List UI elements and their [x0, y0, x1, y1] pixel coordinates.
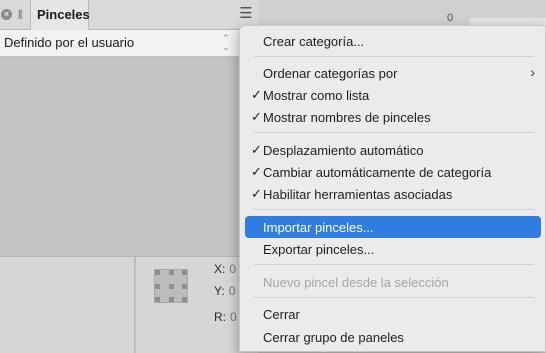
checkmark-icon: ✓ [251, 142, 262, 157]
anchor-dot[interactable] [155, 284, 160, 289]
menu-item-label: Exportar pinceles... [263, 242, 375, 257]
menu-item-label: Cerrar [263, 307, 300, 322]
category-dropdown-value: Definido por el usuario [4, 35, 135, 50]
category-dropdown[interactable]: Definido por el usuario ⌃ ⌄ [0, 30, 258, 57]
anchor-selector-icon[interactable] [154, 269, 188, 303]
menu-item-sort-categories[interactable]: Ordenar categorías por › [245, 62, 541, 84]
coord-y-label: Y: [214, 284, 225, 298]
menu-item-label: Crear categoría... [263, 34, 365, 49]
menu-separator [254, 297, 534, 298]
menu-item-show-as-list[interactable]: ✓ Mostrar como lista [245, 84, 541, 106]
drag-handle-icon[interactable]: || [18, 9, 23, 20]
menu-item-label: Cambiar automáticamente de categoría [263, 165, 492, 180]
transform-area: X: 0 Y: 0 R: 0 [0, 256, 258, 353]
menu-item-label: Ordenar categorías por [263, 66, 398, 81]
context-menu: Crear categoría... Ordenar categorías po… [239, 25, 546, 352]
anchor-dot[interactable] [169, 284, 174, 289]
menu-item-close-panel-group[interactable]: Cerrar grupo de paneles [245, 326, 541, 348]
divider [134, 257, 136, 353]
anchor-dot[interactable] [169, 297, 174, 302]
menu-item-auto-switch-category[interactable]: ✓ Cambiar automáticamente de categoría [245, 161, 541, 183]
checkmark-icon: ✓ [251, 109, 262, 124]
menu-item-export-brushes[interactable]: Exportar pinceles... [245, 238, 541, 260]
menu-item-create-category[interactable]: Crear categoría... [245, 30, 541, 52]
adjacent-value: 0 [447, 12, 454, 24]
chevron-updown-icon: ⌃ ⌄ [222, 33, 230, 52]
tab-brushes-label: Pinceles [37, 7, 90, 22]
anchor-dot[interactable] [182, 270, 187, 275]
menu-separator [254, 264, 534, 265]
menu-item-label: Nuevo pincel desde la selección [263, 275, 449, 290]
anchor-dot[interactable] [155, 270, 160, 275]
panel-tab-bar: × || Pinceles ☰ [0, 0, 258, 30]
menu-item-show-brush-names[interactable]: ✓ Mostrar nombres de pinceles [245, 106, 541, 128]
menu-item-new-brush-from-selection: Nuevo pincel desde la selección [245, 271, 541, 293]
panel-menu-icon[interactable]: ☰ [237, 5, 255, 23]
checkmark-icon: ✓ [251, 164, 262, 179]
menu-item-label: Mostrar nombres de pinceles [263, 110, 431, 125]
menu-separator [254, 209, 534, 210]
coord-y-value[interactable]: 0 [229, 284, 236, 298]
coord-r-value[interactable]: 0 [230, 310, 237, 324]
close-panel-icon[interactable]: × [1, 9, 12, 20]
anchor-dot[interactable] [155, 297, 160, 302]
coord-y: Y: 0 [214, 284, 235, 298]
anchor-dot[interactable] [182, 297, 187, 302]
checkmark-icon: ✓ [251, 186, 262, 201]
tab-brushes[interactable]: Pinceles [30, 0, 90, 30]
menu-item-label: Habilitar herramientas asociadas [263, 187, 453, 202]
anchor-dot[interactable] [182, 284, 187, 289]
menu-item-import-brushes[interactable]: Importar pinceles... [245, 216, 541, 238]
menu-separator [254, 56, 534, 57]
menu-item-label: Importar pinceles... [263, 220, 374, 235]
coord-x-value[interactable]: 0 [229, 262, 236, 276]
menu-item-enable-associated-tools[interactable]: ✓ Habilitar herramientas asociadas [245, 183, 541, 205]
menu-item-close[interactable]: Cerrar [245, 303, 541, 325]
coord-x-label: X: [214, 262, 226, 276]
menu-separator [254, 132, 534, 133]
coord-r: R: 0 [214, 310, 237, 324]
anchor-dot[interactable] [169, 270, 174, 275]
checkmark-icon: ✓ [251, 87, 262, 102]
brush-list[interactable] [0, 57, 258, 256]
coord-r-label: R: [214, 310, 226, 324]
menu-item-auto-scroll[interactable]: ✓ Desplazamiento automático [245, 139, 541, 161]
chevron-right-icon: › [530, 64, 535, 80]
menu-item-label: Mostrar como lista [263, 88, 370, 103]
menu-item-label: Cerrar grupo de paneles [263, 330, 404, 345]
coord-x: X: 0 [214, 262, 236, 276]
menu-item-label: Desplazamiento automático [263, 143, 424, 158]
